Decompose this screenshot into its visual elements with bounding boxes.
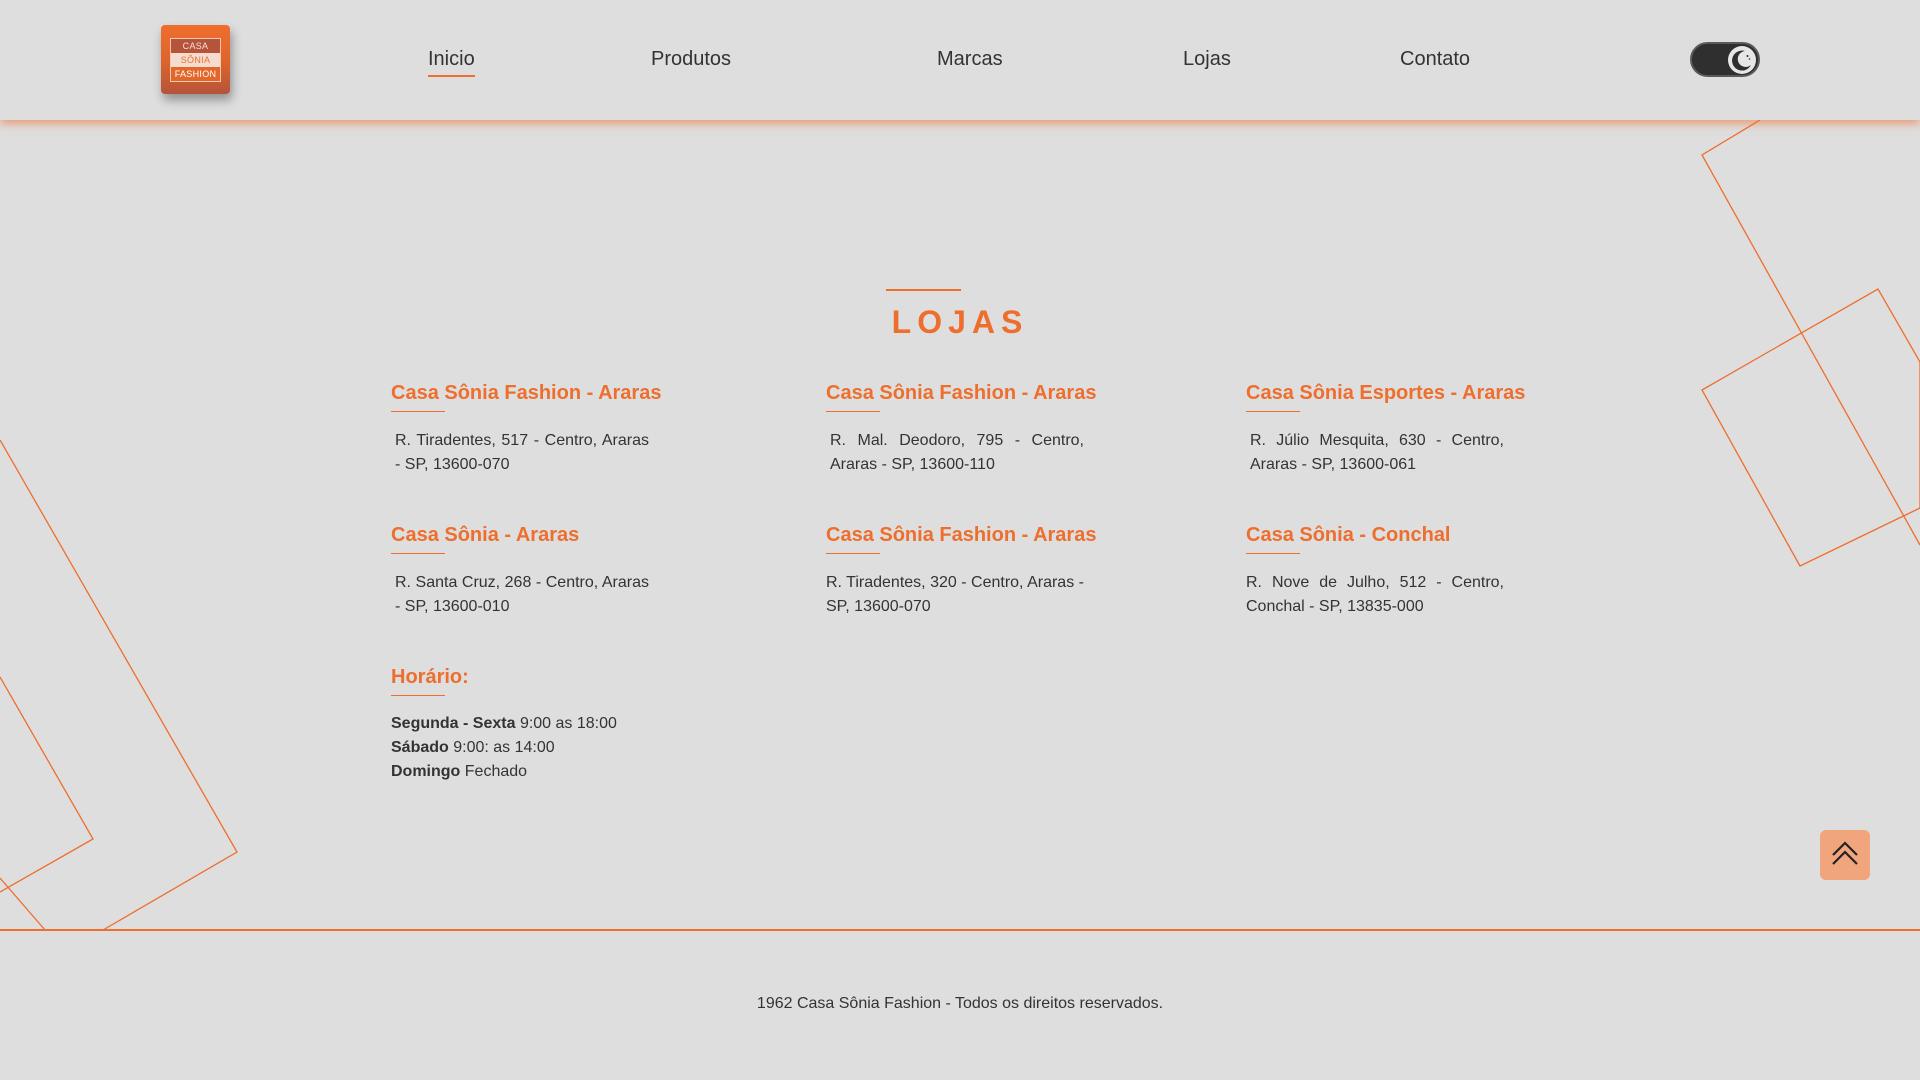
hours-day: Domingo	[391, 763, 461, 780]
store-name-underline	[391, 553, 445, 554]
store-name: Casa Sônia Esportes - Araras	[1246, 382, 1526, 404]
store-card: Casa Sônia Fashion - Araras R. Tiradente…	[391, 382, 662, 477]
toggle-knob	[1728, 46, 1756, 74]
logo-text-casa: CASA	[171, 39, 220, 53]
nav-link-lojas[interactable]: Lojas	[1183, 48, 1231, 71]
store-card: Casa Sônia Fashion - Araras R. Tiradente…	[826, 524, 1097, 619]
moon-icon	[1732, 50, 1751, 71]
store-card: Casa Sônia - Araras R. Santa Cruz, 268 -…	[391, 524, 653, 619]
title-accent-line	[886, 289, 961, 291]
logo-box: CASA SÔNIA FASHION	[170, 38, 221, 82]
theme-toggle[interactable]	[1690, 42, 1760, 77]
store-name: Casa Sônia - Conchal	[1246, 524, 1451, 546]
footer-copyright: 1962 Casa Sônia Fashion - Todos os direi…	[756, 995, 1164, 1012]
store-name: Casa Sônia Fashion - Araras	[826, 524, 1097, 546]
hours-row: Domingo Fechado	[391, 760, 617, 784]
hours-list: Segunda - Sexta 9:00 as 18:00 Sábado 9:0…	[391, 712, 617, 784]
store-address: R. Santa Cruz, 268 - Centro, Araras - SP…	[395, 574, 649, 615]
hours-title-underline	[391, 695, 445, 696]
hours-row: Segunda - Sexta 9:00 as 18:00	[391, 712, 617, 736]
nav-link-inicio[interactable]: Inicio	[428, 48, 475, 77]
footer-divider	[0, 929, 1920, 931]
store-name: Casa Sônia Fashion - Araras	[391, 382, 662, 404]
store-name-underline	[1246, 411, 1300, 412]
hours-day: Segunda - Sexta	[391, 715, 516, 732]
hours-row: Sábado 9:00: as 14:00	[391, 736, 617, 760]
store-name: Casa Sônia - Araras	[391, 524, 580, 546]
store-address: R. Mal. Deodoro, 795 - Centro, Araras - …	[830, 432, 1084, 473]
store-name: Casa Sônia Fashion - Araras	[826, 382, 1097, 404]
page-title: LOJAS	[891, 304, 1029, 340]
store-address: R. Júlio Mesquita, 630 - Centro, Araras …	[1250, 432, 1504, 473]
store-name-underline	[826, 553, 880, 554]
store-name-underline	[1246, 553, 1300, 554]
store-name-underline	[391, 411, 445, 412]
nav-link-contato[interactable]: Contato	[1400, 48, 1470, 71]
opening-hours: Horário: Segunda - Sexta 9:00 as 18:00 S…	[391, 666, 617, 784]
logo-text-sonia: SÔNIA	[171, 53, 220, 67]
hours-day: Sábado	[391, 739, 449, 756]
nav-link-produtos[interactable]: Produtos	[651, 48, 731, 71]
store-card: Casa Sônia Esportes - Araras R. Júlio Me…	[1246, 382, 1526, 477]
store-address: R. Tiradentes, 517 - Centro, Araras - SP…	[395, 432, 649, 473]
back-to-top-button[interactable]	[1820, 830, 1870, 880]
hours-time: 9:00 as 18:00	[519, 715, 617, 732]
hours-time: Fechado	[464, 763, 528, 780]
hours-title: Horário:	[391, 666, 469, 688]
store-card: Casa Sônia - Conchal R. Nove de Julho, 5…	[1246, 524, 1508, 619]
nav-link-marcas[interactable]: Marcas	[937, 48, 1003, 71]
store-address: R. Nove de Julho, 512 - Centro, Conchal …	[1246, 574, 1504, 615]
store-address: R. Tiradentes, 320 - Centro, Araras - SP…	[826, 574, 1084, 615]
brand-logo[interactable]: CASA SÔNIA FASHION	[161, 25, 230, 94]
site-header: CASA SÔNIA FASHION Inicio Produtos Marca…	[0, 0, 1920, 120]
store-card: Casa Sônia Fashion - Araras R. Mal. Deod…	[826, 382, 1097, 477]
hours-time: 9:00: as 14:00	[453, 739, 555, 756]
double-chevron-up-icon	[1832, 841, 1858, 865]
logo-text-fashion: FASHION	[171, 67, 220, 81]
store-name-underline	[826, 411, 880, 412]
